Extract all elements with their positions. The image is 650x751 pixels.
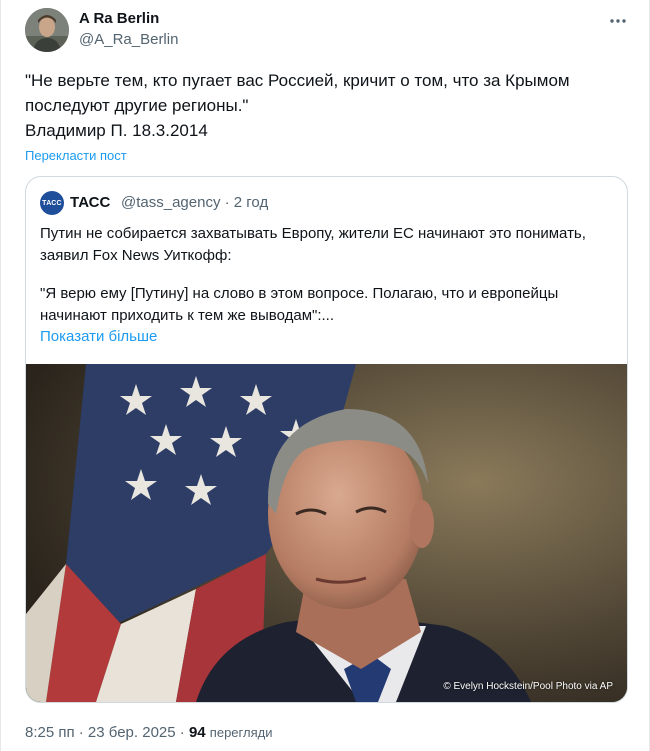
quoted-text-line: Путин не собирается захватывать Европу, … bbox=[40, 225, 586, 242]
views-label: перегляди bbox=[209, 725, 273, 740]
quoted-tweet[interactable]: ТАСС ТАСС @tass_agency · 2 год Путин не … bbox=[25, 176, 628, 703]
tweet-text: "Не верьте тем, кто пугает вас Россией, … bbox=[25, 68, 625, 143]
tweet-meta: 8:25 пп · 23 бер. 2025 · 94 перегляди bbox=[25, 724, 272, 741]
author-avatar[interactable] bbox=[25, 8, 69, 52]
quoted-author-avatar[interactable]: ТАСС bbox=[40, 191, 64, 215]
author-handle[interactable]: @A_Ra_Berlin bbox=[79, 31, 178, 48]
more-options-button[interactable] bbox=[603, 6, 633, 36]
quoted-author-name[interactable]: ТАСС bbox=[70, 194, 110, 211]
more-horizontal-icon bbox=[610, 19, 626, 23]
views-count: 94 bbox=[188, 724, 206, 741]
photo-credit: © Evelyn Hockstein/Pool Photo via AP bbox=[443, 681, 613, 692]
quoted-tweet-text: Путин не собирается захватывать Европу, … bbox=[40, 223, 615, 327]
quoted-text-line: заявил Fox News Уиткофф: bbox=[40, 247, 232, 264]
tweet-card: A Ra Berlin @A_Ra_Berlin "Не верьте тем,… bbox=[0, 0, 650, 751]
timestamp-date[interactable]: 8:25 пп · 23 бер. 2025 · bbox=[25, 724, 189, 741]
quoted-tweet-header: ТАСС ТАСС @tass_agency · 2 год bbox=[40, 191, 600, 215]
translate-post-link[interactable]: Перекласти пост bbox=[25, 148, 127, 163]
avatar-image bbox=[25, 8, 69, 52]
quoted-author-handle-time[interactable]: @tass_agency · 2 год bbox=[121, 194, 268, 211]
quoted-text-line: начинают приходить к тем же выводам":... bbox=[40, 307, 335, 324]
show-more-link[interactable]: Показати більше bbox=[40, 328, 157, 345]
tweet-text-line: "Не верьте тем, кто пугает вас Россией, … bbox=[25, 71, 570, 90]
photo-image bbox=[26, 364, 627, 702]
quoted-tweet-photo[interactable]: © Evelyn Hockstein/Pool Photo via AP bbox=[26, 364, 627, 702]
author-name[interactable]: A Ra Berlin bbox=[79, 10, 159, 27]
tweet-header: A Ra Berlin @A_Ra_Berlin bbox=[25, 6, 635, 56]
quoted-text-line: "Я верю ему [Путину] на слово в этом воп… bbox=[40, 285, 559, 302]
tweet-text-line: последуют другие регионы." bbox=[25, 96, 249, 115]
tweet-text-line: Владимир П. 18.3.2014 bbox=[25, 121, 208, 140]
